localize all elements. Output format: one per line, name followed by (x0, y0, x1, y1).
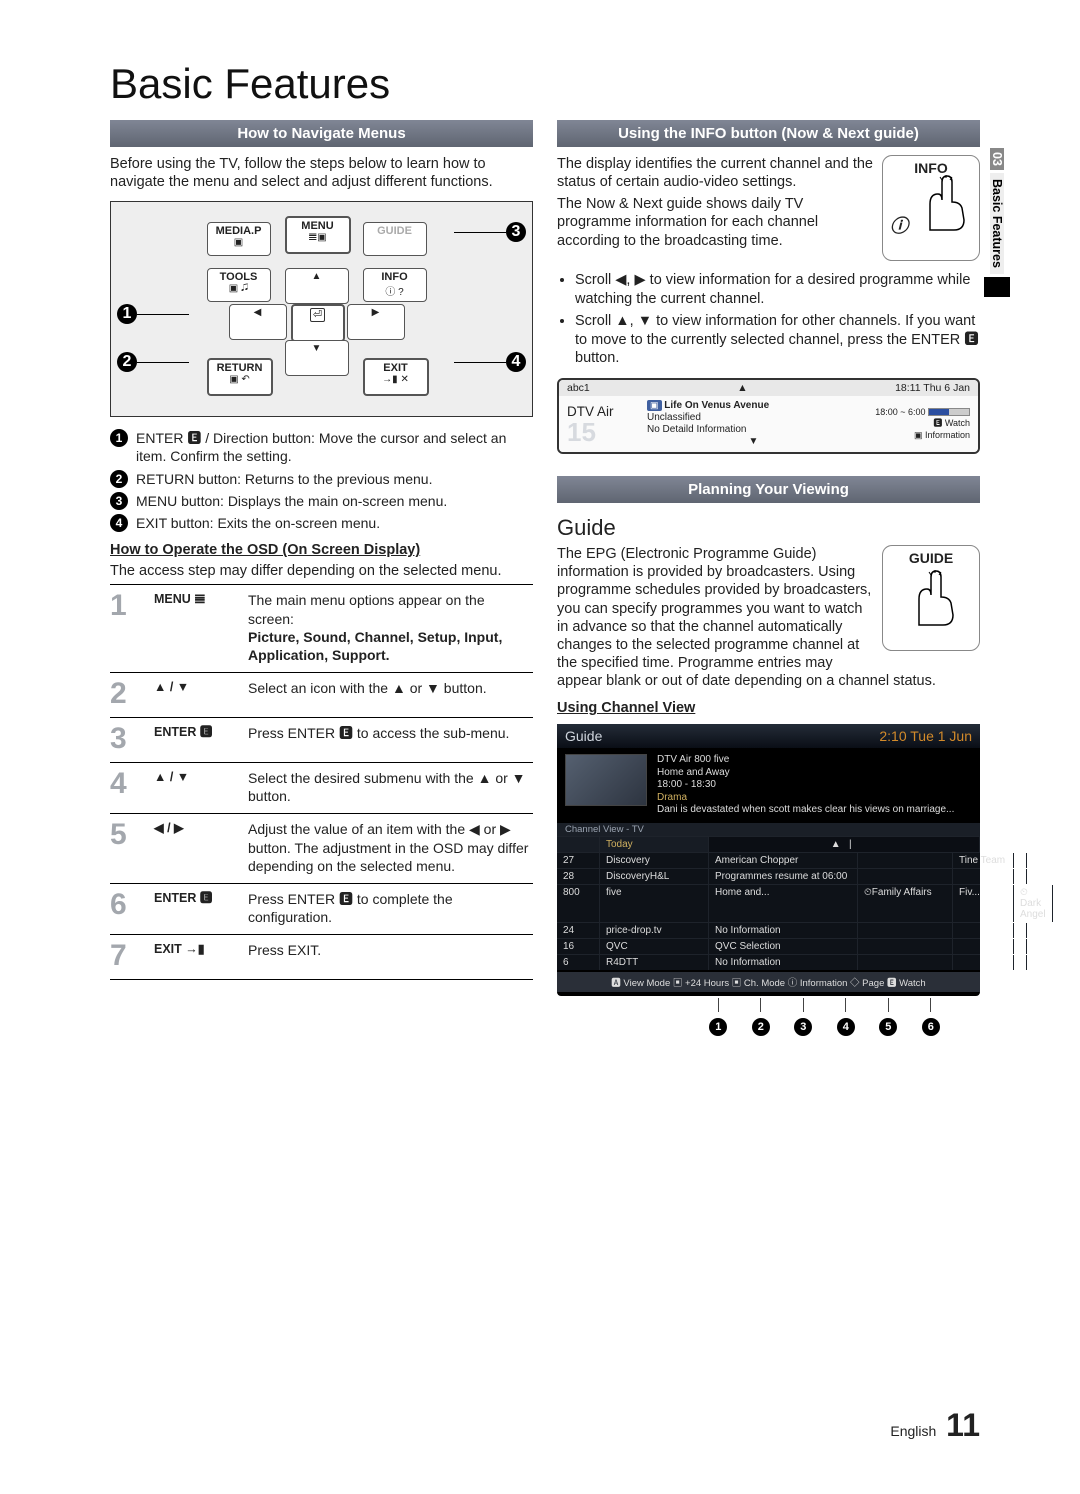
side-tab: 03 Basic Features (984, 148, 1010, 300)
section-how-to-navigate: How to Navigate Menus (110, 120, 533, 147)
page-title: Basic Features (110, 60, 980, 108)
info-bullet-2: Scroll ▲, ▼ to view information for othe… (575, 312, 980, 369)
numitem-1: 1ENTER 🅴 / Direction button: Move the cu… (110, 429, 533, 465)
step-3: 3 ENTER 🅴 Press ENTER 🅴 to access the su… (110, 717, 533, 762)
remote-diagram: 1 2 3 4 MEDIA.P▣ MENU𝌆▣ GUIDE TOOLS▣ 🎜 I… (110, 201, 533, 417)
guide-heading: Guide (557, 515, 980, 541)
page-footer: English 11 (890, 1407, 980, 1444)
callout-2: 2 (117, 352, 137, 372)
osd-steps: 1 MENU 𝌆 The main menu options appear on… (110, 584, 533, 980)
nn-line3: No Detaild Information (647, 424, 747, 435)
gs-subhdr: Channel View - TV (565, 824, 644, 835)
side-tab-marker (984, 277, 1010, 297)
nav-intro: Before using the TV, follow the steps be… (110, 155, 533, 191)
gs-dot-4: 4 (837, 1018, 855, 1036)
info-bullet-1: Scroll ◀, ▶ to view information for a de… (575, 271, 980, 309)
gs-dot-1: 1 (709, 1018, 727, 1036)
gs-datetime: 2:10 Tue 1 Jun (879, 728, 972, 744)
numitem-3: 3MENU button: Displays the main on-scree… (110, 492, 533, 510)
btn-tools: TOOLS▣ 🎜 (207, 268, 271, 302)
step-6: 6 ENTER 🅴 Press ENTER 🅴 to complete the … (110, 883, 533, 934)
btn-menu: MENU𝌆▣ (285, 216, 351, 254)
lead-1 (137, 314, 189, 315)
step-7: 7 EXIT →▮ Press EXIT. (110, 934, 533, 980)
gs-today: Today (600, 837, 709, 852)
callout-1: 1 (117, 304, 137, 324)
btn-guide: GUIDE (363, 222, 427, 256)
using-channel-view: Using Channel View (557, 700, 980, 716)
guide-screenshot: Guide 2:10 Tue 1 Jun DTV Air 800 five Ho… (557, 724, 980, 996)
gs-legend: 🅰 View Mode ▣ +24 Hours ▣ Ch. Mode ⓘ Inf… (557, 972, 980, 992)
gs-f5: Dani is devastated when scott makes clea… (657, 804, 954, 817)
callout-4: 4 (506, 352, 526, 372)
step-5: 5 ◀ / ▶ Adjust the value of an item with… (110, 813, 533, 883)
gs-f2: Home and Away (657, 767, 954, 780)
gs-f3: 18:00 - 18:30 (657, 779, 954, 792)
side-tab-text: Basic Features (990, 173, 1004, 274)
nn-information: Information (925, 430, 970, 440)
btn-left: ◀ (229, 304, 287, 340)
gs-row: 27DiscoveryAmerican ChopperTine Team (557, 852, 980, 868)
info-button-illustration: INFOⓘ (882, 155, 980, 261)
gs-row: 28DiscoveryH&LProgrammes resume at 06:00 (557, 868, 980, 884)
nn-ch-name: abc1 (567, 382, 590, 394)
step-2: 2 ▲ / ▼ Select an icon with the ▲ or ▼ b… (110, 672, 533, 717)
nn-time: 18:00 ~ 6:00 (875, 407, 925, 417)
nn-datetime: 18:11 Thu 6 Jan (895, 382, 970, 394)
footer-lang: English (890, 1423, 936, 1439)
step-4: 4 ▲ / ▼ Select the desired submenu with … (110, 762, 533, 813)
gs-row: 16QVCQVC Selection (557, 938, 980, 954)
callout-3: 3 (506, 222, 526, 242)
gs-dot-3: 3 (794, 1018, 812, 1036)
btn-up: ▲ (285, 268, 349, 304)
osd-sub: The access step may differ depending on … (110, 562, 533, 580)
gs-row: 24price-drop.tvNo Information (557, 922, 980, 938)
nn-line2: Unclassified (647, 412, 701, 423)
lead-4 (454, 362, 506, 363)
lead-2 (137, 362, 189, 363)
gs-f1: DTV Air 800 five (657, 754, 954, 767)
btn-down: ▼ (285, 340, 349, 376)
gs-row: 6R4DTTNo Information (557, 954, 980, 970)
guide-button-illustration: GUIDE (882, 545, 980, 651)
btn-return: RETURN▣ ↶ (207, 358, 273, 396)
footer-page-num: 11 (946, 1407, 980, 1443)
nn-prog: Life On Venus Avenue (664, 400, 769, 411)
gs-dot-5: 5 (879, 1018, 897, 1036)
gs-dot-2: 2 (752, 1018, 770, 1036)
lead-3 (454, 232, 506, 233)
gs-row: 800fiveHome and...⏲Family AffairsFiv...⏲… (557, 884, 980, 922)
gs-title: Guide (565, 728, 602, 744)
section-planning: Planning Your Viewing (557, 476, 980, 503)
nn-watch: Watch (945, 418, 970, 428)
nn-ch-num: 15 (567, 419, 637, 445)
numitem-4: 4EXIT button: Exits the on-screen menu. (110, 514, 533, 532)
numitem-2: 2RETURN button: Returns to the previous … (110, 470, 533, 488)
gs-f4: Drama (657, 792, 954, 805)
btn-exit: EXIT→▮ ✕ (363, 358, 429, 396)
step-1: 1 MENU 𝌆 The main menu options appear on… (110, 584, 533, 672)
osd-head: How to Operate the OSD (On Screen Displa… (110, 542, 533, 558)
gs-dot-6: 6 (922, 1018, 940, 1036)
now-next-display: abc1 ▲ 18:11 Thu 6 Jan DTV Air 15 ▣ Life… (557, 378, 980, 454)
section-info-button: Using the INFO button (Now & Next guide) (557, 120, 980, 147)
btn-enter: ⏎ (291, 304, 345, 342)
btn-mediap: MEDIA.P▣ (207, 222, 271, 256)
gs-thumbnail (565, 754, 647, 806)
btn-right: ▶ (347, 304, 405, 340)
side-tab-num: 03 (990, 148, 1004, 170)
btn-info: INFOⓘ ? (363, 268, 427, 302)
